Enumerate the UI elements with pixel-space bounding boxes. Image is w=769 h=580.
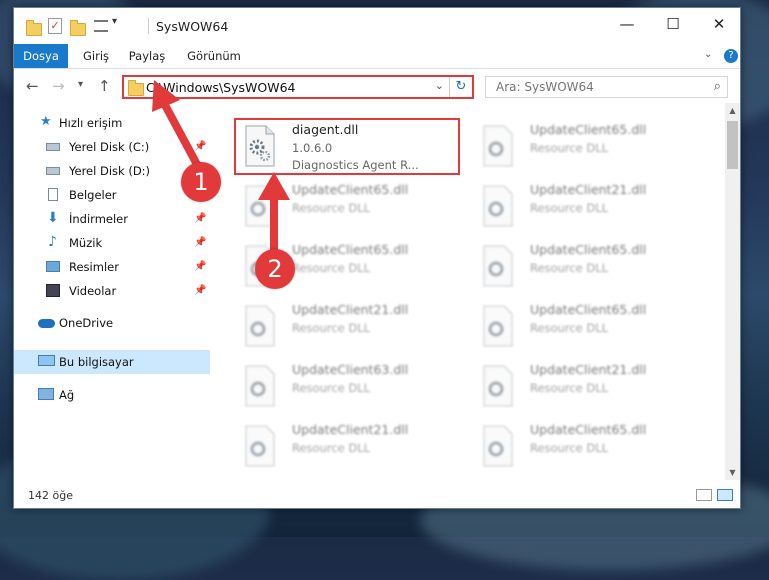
step-2-badge: 2 <box>255 249 295 289</box>
annotation-arrows <box>152 80 290 256</box>
step-1-badge: 1 <box>181 162 221 202</box>
arrow-step-1 <box>152 80 204 174</box>
arrow-step-2 <box>258 172 290 256</box>
